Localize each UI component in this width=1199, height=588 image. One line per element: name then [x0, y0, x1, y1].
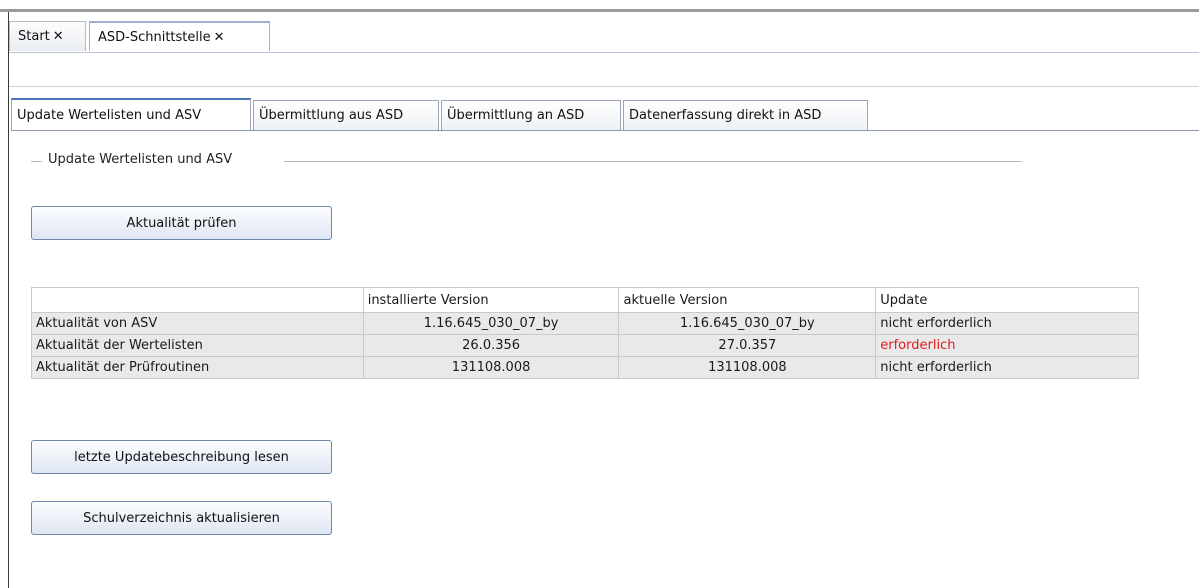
row-update-status: erforderlich	[875, 334, 1139, 357]
tab-uebermittlung-an-asd-label: Übermittlung an ASD	[447, 108, 585, 123]
toolbar-divider	[9, 86, 1199, 87]
tab-uebermittlung-aus-asd[interactable]: Übermittlung aus ASD	[253, 100, 439, 130]
row-installed-version: 26.0.356	[362, 334, 620, 357]
group-rule-right	[284, 161, 1022, 162]
document-tab-divider	[9, 52, 1199, 53]
check-currency-button[interactable]: Aktualität prüfen	[31, 206, 332, 240]
close-icon[interactable]: ✕	[53, 29, 64, 44]
table-row[interactable]: Aktualität von ASV 1.16.645_030_07_by 1.…	[31, 312, 1139, 335]
row-item: Aktualität der Prüfroutinen	[31, 356, 364, 379]
tab-start[interactable]: Start ✕	[9, 21, 86, 51]
update-school-directory-button[interactable]: Schulverzeichnis aktualisieren	[31, 501, 332, 535]
tab-start-label: Start	[18, 29, 50, 44]
tab-datenerfassung-direkt[interactable]: Datenerfassung direkt in ASD	[623, 100, 868, 130]
column-header-current[interactable]: aktuelle Version	[618, 287, 877, 313]
table-header-row: installierte Version aktuelle Version Up…	[31, 287, 1139, 313]
tab-asd-schnittstelle-label: ASD-Schnittstelle	[98, 29, 211, 45]
group-title: Update Wertelisten und ASV	[48, 152, 233, 167]
tab-update-wertelisten[interactable]: Update Wertelisten und ASV	[11, 98, 251, 130]
document-tab-bar: Start ✕ ASD-Schnittstelle ✕	[9, 21, 1199, 52]
column-header-update[interactable]: Update	[875, 287, 1139, 313]
row-current-version: 1.16.645_030_07_by	[618, 312, 877, 335]
page-tab-divider	[11, 130, 1199, 131]
table-row[interactable]: Aktualität der Prüfroutinen 131108.008 1…	[31, 356, 1139, 379]
tab-datenerfassung-direkt-label: Datenerfassung direkt in ASD	[629, 108, 822, 123]
table-row[interactable]: Aktualität der Wertelisten 26.0.356 27.0…	[31, 334, 1139, 357]
row-installed-version: 131108.008	[362, 356, 620, 379]
row-item: Aktualität der Wertelisten	[31, 334, 364, 357]
tab-uebermittlung-aus-asd-label: Übermittlung aus ASD	[259, 108, 404, 123]
column-header-installed[interactable]: installierte Version	[362, 287, 620, 313]
close-icon[interactable]: ✕	[214, 30, 225, 45]
column-header-item[interactable]	[31, 287, 364, 313]
top-border	[0, 9, 1199, 12]
row-update-status: nicht erforderlich	[875, 312, 1139, 335]
row-current-version: 27.0.357	[618, 334, 877, 357]
read-update-description-button[interactable]: letzte Updatebeschreibung lesen	[31, 440, 332, 474]
tab-update-wertelisten-label: Update Wertelisten und ASV	[17, 107, 202, 123]
group-rule-left	[31, 161, 42, 162]
row-current-version: 131108.008	[618, 356, 877, 379]
left-border	[8, 12, 9, 588]
tab-asd-schnittstelle[interactable]: ASD-Schnittstelle ✕	[89, 21, 270, 51]
row-installed-version: 1.16.645_030_07_by	[362, 312, 620, 335]
version-table: installierte Version aktuelle Version Up…	[31, 287, 1139, 379]
row-update-status: nicht erforderlich	[875, 356, 1139, 379]
app-window: Start ✕ ASD-Schnittstelle ✕ Update Werte…	[0, 0, 1199, 588]
row-item: Aktualität von ASV	[31, 312, 364, 335]
tab-uebermittlung-an-asd[interactable]: Übermittlung an ASD	[441, 100, 621, 130]
